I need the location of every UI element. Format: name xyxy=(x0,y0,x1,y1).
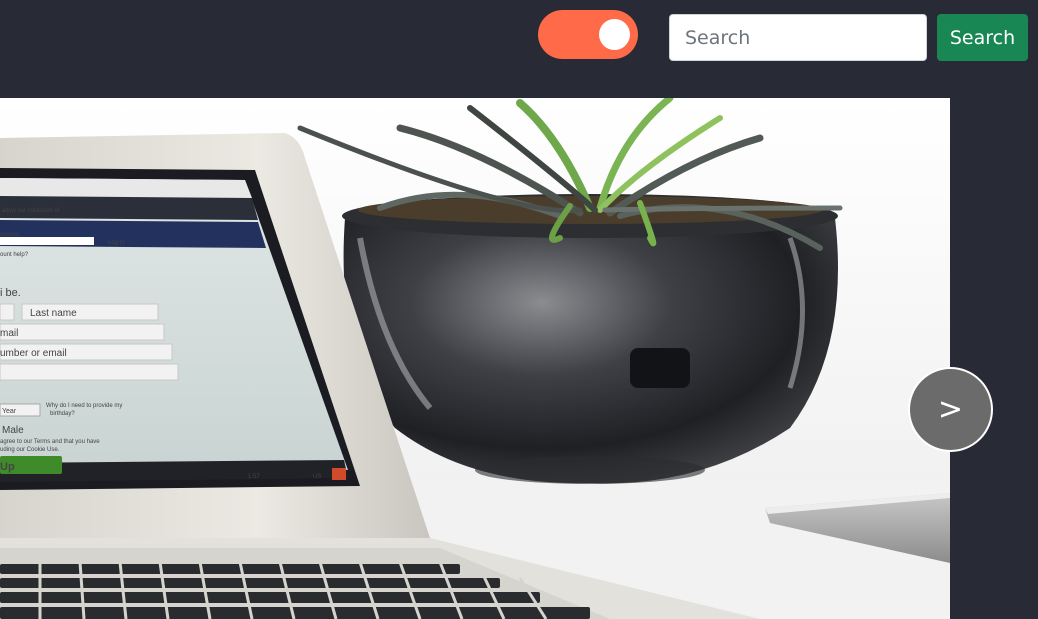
theme-toggle[interactable] xyxy=(538,10,638,59)
screen-forgot-label: ount help? xyxy=(0,252,29,258)
search-input[interactable] xyxy=(669,14,927,61)
toggle-knob[interactable] xyxy=(599,19,630,50)
screen-header-text: allow our collection of xyxy=(2,208,60,214)
slide-photo: allow our collection of ssword Log In ou… xyxy=(0,98,950,619)
screen-mobile-field: umber or email xyxy=(0,348,67,359)
screen-email-field: mail xyxy=(0,328,18,339)
screen-year-select: Year xyxy=(2,408,17,415)
screen-terms-2: uding our Cookie Use. xyxy=(0,447,60,453)
screen-birthday-note-1: Why do I need to provide my xyxy=(46,403,122,409)
screen-signup-button: Up xyxy=(0,461,15,473)
screen-last-name-field: Last name xyxy=(30,308,77,319)
screen-birthday-note-2: birthday? xyxy=(50,411,75,417)
top-navbar: Search xyxy=(0,0,1038,98)
screen-heading: i be. xyxy=(0,287,21,299)
screen-login-label: Log In xyxy=(108,240,125,246)
search-button[interactable]: Search xyxy=(937,14,1028,61)
screen-gender-label: Male xyxy=(2,425,24,436)
screen-locale: US xyxy=(313,474,321,480)
plant-pot xyxy=(342,194,838,484)
screen-terms-1: agree to our Terms and that you have xyxy=(0,439,100,445)
image-carousel: allow our collection of ssword Log In ou… xyxy=(0,98,950,619)
carousel-next-button[interactable]: > xyxy=(908,367,993,452)
screen-clock: 1:57 xyxy=(248,474,260,480)
page: Search Search allow our collection of ss… xyxy=(0,0,1038,619)
